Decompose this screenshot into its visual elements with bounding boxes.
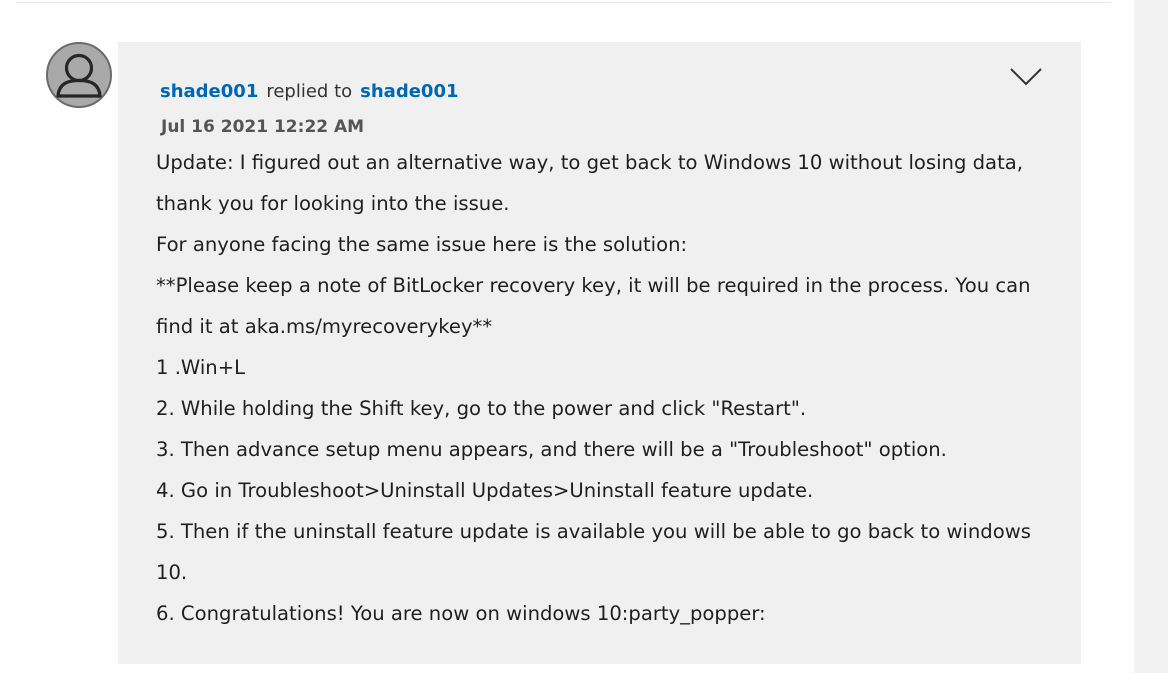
divider (16, 2, 1111, 3)
avatar[interactable] (46, 42, 112, 108)
post-line: 5. Then if the uninstall feature update … (156, 520, 1031, 584)
author-link[interactable]: shade001 (160, 81, 258, 102)
collapse-button[interactable] (1008, 62, 1044, 90)
post-timestamp: Jul 16 2021 12:22 AM (161, 117, 365, 137)
post-body: Update: I figured out an alternative way… (156, 142, 1061, 634)
post-line: Update: I figured out an alternative way… (156, 151, 1023, 215)
post-line: 4. Go in Troubleshoot>Uninstall Updates>… (156, 479, 814, 502)
chevron-down-icon (1010, 68, 1042, 86)
page: shade001 replied to shade001 Jul 16 2021 1… (0, 0, 1168, 673)
right-sidebar (1134, 0, 1168, 673)
post-line: 3. Then advance setup menu appears, and … (156, 438, 947, 461)
reply-target-link[interactable]: shade001 (360, 81, 458, 102)
post-line: 6. Congratulations! You are now on windo… (156, 602, 766, 625)
replied-to-label: replied to (266, 81, 353, 102)
default-user-icon (56, 53, 102, 98)
post-line: 2. While holding the Shift key, go to th… (156, 397, 807, 420)
post-line: For anyone facing the same issue here is… (156, 233, 688, 256)
post-line: **Please keep a note of BitLocker recove… (156, 274, 1031, 338)
post-line: 1 .Win+L (156, 356, 246, 379)
reply-header: shade001 replied to shade001 (160, 78, 459, 106)
